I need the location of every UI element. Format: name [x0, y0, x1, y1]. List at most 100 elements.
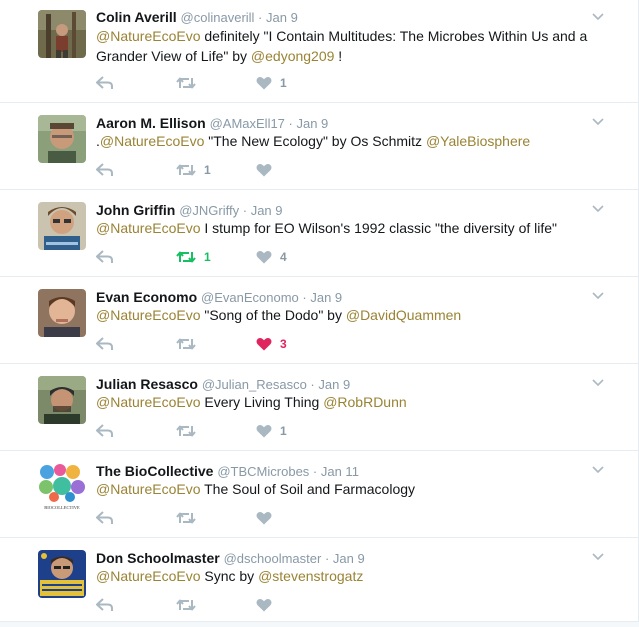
heart-icon	[256, 512, 272, 525]
retweet-count: 1	[204, 250, 211, 264]
like-button[interactable]	[256, 160, 336, 180]
avatar[interactable]	[38, 376, 86, 424]
handle[interactable]: @dschoolmaster	[224, 551, 322, 566]
display-name[interactable]: John Griffin	[96, 202, 175, 218]
mention-link[interactable]: @RobRDunn	[323, 394, 406, 410]
tweet-text: .@NatureEcoEvo "The New Ecology" by Os S…	[96, 131, 601, 151]
chevron-down-icon[interactable]	[591, 202, 605, 216]
handle[interactable]: @colinaverill	[181, 10, 255, 25]
retweet-icon	[176, 77, 196, 89]
handle[interactable]: @AMaxEll17	[210, 116, 285, 131]
tweet-item[interactable]: Don Schoolmaster @dschoolmaster · Jan 9 …	[0, 538, 639, 622]
like-button[interactable]: 1	[256, 73, 336, 93]
retweet-button[interactable]	[176, 421, 256, 441]
mention-link[interactable]: @stevenstrogatz	[258, 568, 363, 584]
like-button[interactable]	[256, 508, 336, 528]
reply-button[interactable]	[96, 508, 176, 528]
timestamp[interactable]: Jan 9	[296, 116, 328, 131]
timestamp[interactable]: Jan 9	[333, 551, 365, 566]
retweet-icon	[176, 338, 196, 350]
retweet-button[interactable]	[176, 334, 256, 354]
mention-link[interactable]: @NatureEcoEvo	[96, 220, 200, 236]
reply-button[interactable]	[96, 73, 176, 93]
avatar[interactable]	[38, 550, 86, 598]
mention-link[interactable]: @NatureEcoEvo	[100, 133, 204, 149]
text-segment: The Soul of Soil and Farmacology	[200, 481, 416, 497]
like-button[interactable]: 1	[256, 421, 336, 441]
retweet-button[interactable]	[176, 508, 256, 528]
separator: ·	[284, 116, 297, 131]
text-segment: Every Living Thing	[200, 394, 324, 410]
separator: ·	[239, 203, 251, 218]
avatar[interactable]	[38, 289, 86, 337]
handle[interactable]: @JNGriffy	[179, 203, 239, 218]
retweet-button[interactable]	[176, 73, 256, 93]
mention-link[interactable]: @NatureEcoEvo	[96, 307, 200, 323]
retweet-button[interactable]: 1	[176, 247, 256, 267]
tweet-item[interactable]: Evan Economo @EvanEconomo · Jan 9 @Natur…	[0, 277, 639, 364]
retweet-button[interactable]: 1	[176, 160, 256, 180]
avatar[interactable]: BIOCOLLECTIVE	[38, 463, 86, 511]
handle[interactable]: @EvanEconomo	[201, 290, 299, 305]
chevron-down-icon[interactable]	[591, 463, 605, 477]
heart-icon	[256, 338, 272, 351]
separator: ·	[321, 551, 333, 566]
avatar[interactable]	[38, 10, 86, 58]
timestamp[interactable]: Jan 9	[251, 203, 283, 218]
tweet-feed: Colin Averill @colinaverill · Jan 9 @Nat…	[0, 0, 639, 627]
tweet-text: @NatureEcoEvo The Soul of Soil and Farma…	[96, 479, 601, 499]
mention-link[interactable]: @NatureEcoEvo	[96, 568, 200, 584]
tweet-item[interactable]: Aaron M. Ellison @AMaxEll17 · Jan 9 .@Na…	[0, 103, 639, 190]
tweet-item[interactable]: Julian Resasco @Julian_Resasco · Jan 9 @…	[0, 364, 639, 451]
mention-link[interactable]: @YaleBiosphere	[426, 133, 530, 149]
tweet-text: @NatureEcoEvo Every Living Thing @RobRDu…	[96, 392, 601, 412]
like-button[interactable]	[256, 595, 336, 615]
reply-button[interactable]	[96, 334, 176, 354]
mention-link[interactable]: @NatureEcoEvo	[96, 28, 200, 44]
mention-link[interactable]: @NatureEcoEvo	[96, 481, 200, 497]
display-name[interactable]: The BioCollective	[96, 463, 213, 479]
tweet-actions: 1	[96, 421, 336, 441]
display-name[interactable]: Colin Averill	[96, 9, 177, 25]
tweet-text: @NatureEcoEvo "Song of the Dodo" by @Dav…	[96, 305, 601, 325]
like-button[interactable]: 3	[256, 334, 336, 354]
handle[interactable]: @TBCMicrobes	[217, 464, 309, 479]
display-name[interactable]: Aaron M. Ellison	[96, 115, 206, 131]
tweet-item[interactable]: BIOCOLLECTIVE The BioCollective @TBCMicr…	[0, 451, 639, 538]
mention-link[interactable]: @DavidQuammen	[346, 307, 461, 323]
reply-button[interactable]	[96, 247, 176, 267]
retweet-icon	[176, 599, 196, 611]
like-count: 3	[280, 337, 287, 351]
mention-link[interactable]: @edyong209	[251, 48, 335, 64]
avatar[interactable]	[38, 115, 86, 163]
chevron-down-icon[interactable]	[591, 10, 605, 24]
handle[interactable]: @Julian_Resasco	[202, 377, 307, 392]
avatar[interactable]	[38, 202, 86, 250]
reply-button[interactable]	[96, 421, 176, 441]
display-name[interactable]: Evan Economo	[96, 289, 197, 305]
like-count: 1	[280, 76, 287, 90]
like-count: 4	[280, 250, 287, 264]
tweet-actions: 3	[96, 334, 336, 354]
timestamp[interactable]: Jan 11	[321, 464, 359, 479]
chevron-down-icon[interactable]	[591, 115, 605, 129]
tweet-text: @NatureEcoEvo definitely "I Contain Mult…	[96, 26, 601, 66]
chevron-down-icon[interactable]	[591, 550, 605, 564]
timestamp[interactable]: Jan 9	[310, 290, 342, 305]
like-button[interactable]: 4	[256, 247, 336, 267]
tweet-actions: 1 4	[96, 247, 336, 267]
reply-button[interactable]	[96, 160, 176, 180]
retweet-button[interactable]	[176, 595, 256, 615]
chevron-down-icon[interactable]	[591, 376, 605, 390]
timestamp[interactable]: Jan 9	[318, 377, 350, 392]
display-name[interactable]: Julian Resasco	[96, 376, 198, 392]
reply-button[interactable]	[96, 595, 176, 615]
timestamp[interactable]: Jan 9	[266, 10, 298, 25]
text-segment: Sync by	[200, 568, 259, 584]
chevron-down-icon[interactable]	[591, 289, 605, 303]
like-count: 1	[280, 424, 287, 438]
display-name[interactable]: Don Schoolmaster	[96, 550, 220, 566]
mention-link[interactable]: @NatureEcoEvo	[96, 394, 200, 410]
tweet-item[interactable]: John Griffin @JNGriffy · Jan 9 @NatureEc…	[0, 190, 639, 277]
tweet-item[interactable]: Colin Averill @colinaverill · Jan 9 @Nat…	[0, 0, 639, 103]
